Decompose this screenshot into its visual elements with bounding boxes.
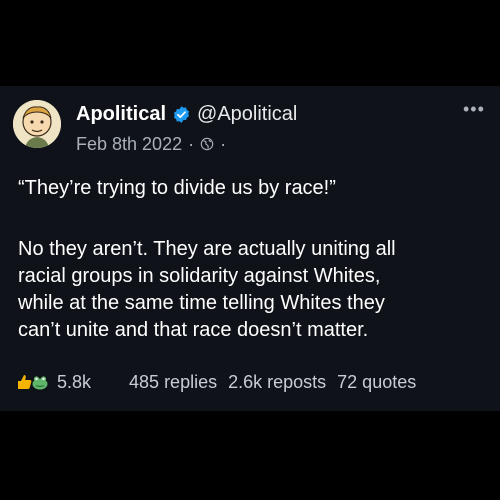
like-count: 5.8k bbox=[57, 371, 92, 392]
avatar[interactable] bbox=[13, 100, 61, 148]
frog-icon bbox=[32, 376, 48, 390]
replies-count[interactable]: 485 replies bbox=[129, 372, 217, 393]
globe-icon bbox=[200, 137, 214, 151]
more-options-icon[interactable]: ••• bbox=[463, 100, 485, 118]
reposts-count[interactable]: 2.6k reposts bbox=[228, 372, 326, 393]
author-name[interactable]: Apolitical bbox=[76, 103, 166, 126]
avatar-image bbox=[13, 100, 61, 148]
post-body-line: racial groups in solidarity against Whit… bbox=[18, 265, 381, 287]
post-stats: 5.8k 485 replies 2.6k reposts 72 quotes bbox=[16, 370, 491, 394]
post-body-line: while at the same time telling Whites th… bbox=[18, 292, 385, 314]
author-handle[interactable]: @Apolitical bbox=[197, 103, 297, 126]
meta-separator: · bbox=[220, 133, 227, 154]
meta-separator: · bbox=[188, 133, 195, 154]
post-body-line: can’t unite and that race doesn’t matter… bbox=[18, 319, 369, 341]
post-quote-line: “They’re trying to divide us by race!” bbox=[18, 177, 336, 199]
quotes-count[interactable]: 72 quotes bbox=[337, 372, 416, 393]
post-body-line: No they aren’t. They are actually unitin… bbox=[18, 238, 396, 260]
verified-badge-icon bbox=[173, 105, 190, 123]
author-row: Apolitical @Apolitical bbox=[76, 102, 297, 126]
post-date[interactable]: Feb 8th 2022 bbox=[76, 134, 182, 155]
reactions[interactable]: 5.8k bbox=[16, 372, 91, 393]
post-meta: Feb 8th 2022 · · bbox=[76, 133, 226, 155]
post-body: No they aren’t. They are actually unitin… bbox=[18, 236, 488, 344]
